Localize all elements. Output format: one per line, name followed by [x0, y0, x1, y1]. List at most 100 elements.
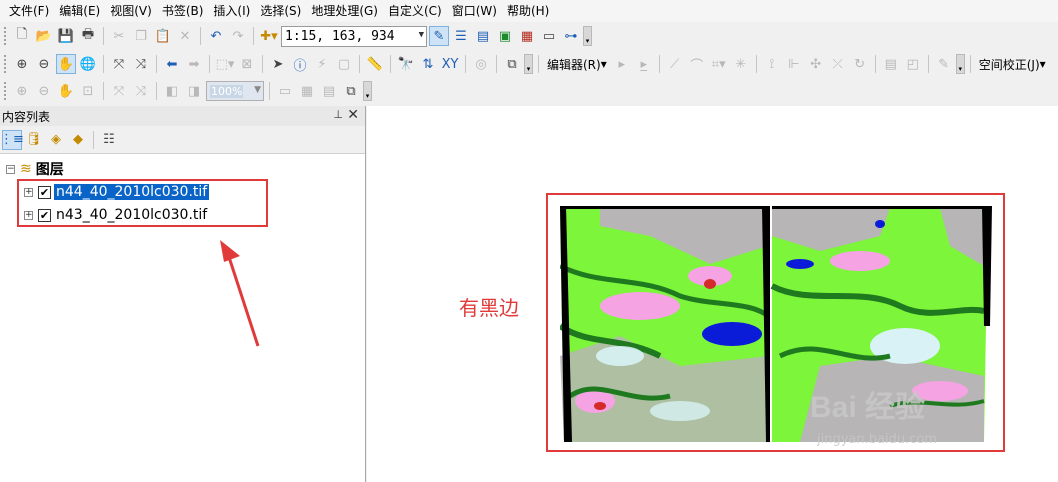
find-binoculars-icon[interactable]: 🔭 [396, 54, 416, 74]
pin-icon[interactable]: ⊥ [333, 108, 343, 121]
toolbar-grip[interactable] [4, 55, 8, 73]
zoom-whole-page-icon[interactable]: ⊡ [78, 81, 98, 101]
options-icon[interactable]: ☷ [99, 130, 119, 150]
open-folder-icon[interactable]: 📂 [34, 26, 54, 46]
chevron-down-icon[interactable]: ▼ [254, 85, 261, 95]
paste-icon[interactable]: 📋 [153, 26, 173, 46]
data-driven-pages-icon[interactable]: ⧉ [341, 81, 361, 101]
map-view[interactable]: 有黑边 Bai 经验 jingyan.baidu.com [367, 106, 1058, 482]
straight-segment-icon[interactable]: ⟋ [665, 54, 685, 74]
fixed-zoom-out-icon[interactable]: ⤨ [131, 54, 151, 74]
menu-customize[interactable]: 自定义(C) [383, 1, 447, 21]
list-by-drawing-order-icon[interactable]: ⋮≡ [0, 129, 24, 150]
layout-zoom-in-icon[interactable]: ⊕ [12, 81, 32, 101]
chevron-down-icon[interactable]: ▼ [419, 30, 424, 40]
close-icon[interactable]: ✕ [347, 107, 359, 123]
select-features-icon[interactable]: ⬚▾ [215, 54, 235, 74]
trace-icon[interactable]: ⌗▾ [709, 54, 729, 74]
menu-view[interactable]: 视图(V) [105, 1, 157, 21]
create-features-icon[interactable]: ✎ [934, 54, 954, 74]
toolbar-grip[interactable] [4, 82, 8, 100]
measure-icon[interactable]: 📏 [365, 54, 385, 74]
zoom-percent-select[interactable]: 100% ▼ [206, 81, 264, 101]
time-slider-icon[interactable]: ◎ [471, 54, 491, 74]
menu-help[interactable]: 帮助(H) [502, 1, 554, 21]
toggle-draft-mode-icon[interactable]: ▭ [275, 81, 295, 101]
focus-data-frame-icon[interactable]: ▦ [297, 81, 317, 101]
rotate-tool-icon[interactable]: ↻ [850, 54, 870, 74]
menu-insert[interactable]: 插入(I) [208, 1, 255, 21]
layers-group-row[interactable]: − ≋ 图层 [6, 159, 64, 179]
editor-toolbar-icon[interactable]: ✎ [429, 26, 449, 46]
add-data-icon[interactable]: ✚▾ [259, 26, 279, 46]
catalog-window-icon[interactable]: ▤ [473, 26, 493, 46]
edit-annotation-icon[interactable]: ▸̲ [634, 54, 654, 74]
model-builder-icon[interactable]: ⊶ [561, 26, 581, 46]
cut-polygons-icon[interactable]: ✣ [806, 54, 826, 74]
end-point-arc-icon[interactable]: ⌒ [687, 54, 707, 74]
print-icon[interactable]: 🖶 [78, 26, 98, 46]
change-layout-icon[interactable]: ▤ [319, 81, 339, 101]
menu-windows[interactable]: 窗口(W) [447, 1, 502, 21]
point-icon[interactable]: ✳ [731, 54, 751, 74]
menu-edit[interactable]: 编辑(E) [54, 1, 105, 21]
menu-file[interactable]: 文件(F) [4, 1, 54, 21]
toolbar-grip[interactable] [4, 27, 8, 45]
cut-icon[interactable]: ✂ [109, 26, 129, 46]
python-window-icon[interactable]: ▭ [539, 26, 559, 46]
fixed-zoom-in-icon[interactable]: ⤧ [109, 54, 129, 74]
edit-vertices-icon[interactable]: ⟟ [762, 54, 782, 74]
hyperlink-icon[interactable]: ⚡ [312, 54, 332, 74]
go-to-xy-icon[interactable]: XY [440, 54, 460, 74]
spatial-adjustment-menu-button[interactable]: 空间校正(J) ▾ [976, 56, 1049, 73]
layout-zoom-out-icon[interactable]: ⊖ [34, 81, 54, 101]
menu-bookmarks[interactable]: 书签(B) [157, 1, 209, 21]
sketch-properties-icon[interactable]: ◰ [903, 54, 923, 74]
toolbar-overflow-icon[interactable]: ▾ [524, 54, 533, 74]
list-by-selection-icon[interactable]: ◆ [68, 130, 88, 150]
collapse-icon[interactable]: − [6, 164, 15, 174]
table-of-contents-icon[interactable]: ☰ [451, 26, 471, 46]
edit-tool-icon[interactable]: ▸ [612, 54, 632, 74]
zoom-out-icon[interactable]: ⊖ [34, 54, 54, 74]
delete-icon[interactable]: ✕ [175, 26, 195, 46]
save-icon[interactable]: 💾 [56, 26, 76, 46]
search-window-icon[interactable]: ▣ [495, 26, 515, 46]
fixed-zoom-in-layout-icon[interactable]: ⤧ [109, 81, 129, 101]
toolbar-overflow-icon[interactable]: ▾ [955, 54, 965, 74]
go-back-icon[interactable]: ⬅ [162, 54, 182, 74]
attributes-icon[interactable]: ▤ [881, 54, 901, 74]
previous-extent-layout-icon[interactable]: ◧ [162, 81, 182, 101]
list-by-visibility-icon[interactable]: ◈ [46, 130, 66, 150]
map-scale-input[interactable]: 1:15, 163, 934 ▼ [281, 25, 427, 47]
toolbar-overflow-icon[interactable]: ▾ [363, 81, 372, 101]
arctoolbox-icon[interactable]: ▦ [517, 26, 537, 46]
copy-icon[interactable]: ❐ [131, 26, 151, 46]
editor-menu-button[interactable]: 编辑器(R) ▾ [544, 56, 610, 73]
identify-icon[interactable]: ⓘ [290, 54, 310, 74]
redo-icon[interactable]: ↷ [228, 26, 248, 46]
toolbar-overflow-icon[interactable]: ▾ [583, 26, 592, 46]
pan-hand-icon[interactable]: ✋ [56, 54, 76, 74]
go-forward-icon[interactable]: ➡ [184, 54, 204, 74]
fixed-zoom-out-layout-icon[interactable]: ⤨ [131, 81, 151, 101]
menu-selection[interactable]: 选择(S) [255, 1, 306, 21]
layout-pan-icon[interactable]: ✋ [56, 81, 76, 101]
zoom-in-icon[interactable]: ⊕ [12, 54, 32, 74]
undo-icon[interactable]: ↶ [206, 26, 226, 46]
toolbar-separator [209, 55, 210, 73]
split-tool-icon[interactable]: ⤫ [828, 54, 848, 74]
toolbar-separator [465, 55, 466, 73]
land-cover-raster[interactable] [560, 206, 992, 444]
menu-geoprocessing[interactable]: 地理处理(G) [306, 1, 383, 21]
list-by-source-icon[interactable]: 🛢 [24, 130, 44, 150]
new-document-icon[interactable]: 🗋 [12, 26, 32, 46]
clear-selection-icon[interactable]: ⊠ [237, 54, 257, 74]
full-extent-icon[interactable]: 🌐 [78, 54, 98, 74]
html-popup-icon[interactable]: ▢ [334, 54, 354, 74]
select-elements-arrow-icon[interactable]: ➤ [268, 54, 288, 74]
create-viewer-window-icon[interactable]: ⧉ [502, 54, 522, 74]
next-extent-layout-icon[interactable]: ◨ [184, 81, 204, 101]
reshape-feature-icon[interactable]: ⊩ [784, 54, 804, 74]
find-route-icon[interactable]: ⇅ [418, 54, 438, 74]
